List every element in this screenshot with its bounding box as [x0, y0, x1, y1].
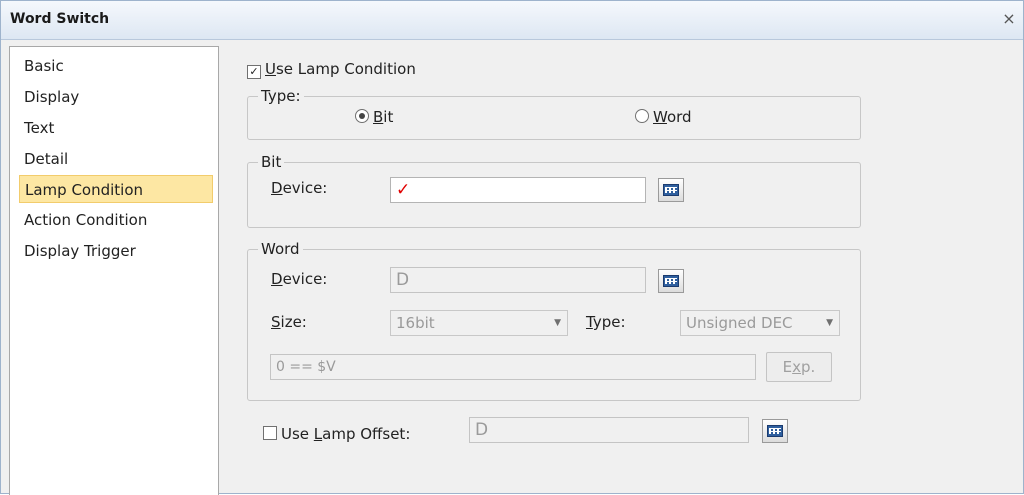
use-lamp-offset-checkbox[interactable]: Use Lamp Offset: [263, 424, 410, 444]
size-label: Size: [271, 313, 307, 331]
word-type-value: Unsigned DEC [686, 314, 793, 332]
word-switch-dialog: Word Switch × Basic Display Text Detail … [0, 0, 1024, 495]
lamp-offset-browse-button[interactable] [762, 419, 788, 443]
word-device-label: Device: [271, 270, 328, 288]
size-select[interactable]: 16bit ▼ [390, 310, 568, 336]
bit-radio[interactable]: Bit [355, 107, 393, 127]
device-browse-icon [663, 184, 679, 196]
sidebar-item-action-condition[interactable]: Action Condition [19, 206, 213, 234]
sidebar-item-text[interactable]: Text [19, 114, 213, 142]
bit-radio-mnemonic: B [373, 108, 384, 126]
bit-device-label: Device: [271, 179, 328, 197]
sidebar-item-lamp-condition[interactable]: Lamp Condition [19, 175, 213, 203]
bit-device-input[interactable]: ✓ [390, 177, 646, 203]
category-list: Basic Display Text Detail Lamp Condition… [9, 46, 219, 495]
sidebar-item-detail[interactable]: Detail [19, 145, 213, 173]
chevron-down-icon: ▼ [554, 318, 561, 328]
word-radio-icon[interactable] [635, 109, 649, 123]
word-type-label: Type: [586, 313, 626, 331]
lamp-offset-input[interactable]: D [469, 417, 749, 443]
lamp-condition-panel: ✓ Use Lamp Condition Type: Bit Word Bit D… [219, 40, 1023, 493]
bit-radio-icon[interactable] [355, 109, 369, 123]
title-bar: Word Switch × [1, 1, 1023, 40]
word-group: Word Device: D Size: 16bit ▼ Type: Unsig… [247, 239, 861, 401]
use-lamp-condition-checkbox[interactable]: ✓ Use Lamp Condition [247, 59, 416, 79]
chevron-down-icon: ▼ [826, 318, 833, 328]
size-value: 16bit [396, 314, 435, 332]
type-group-legend: Type: [258, 86, 304, 106]
bit-group: Bit Device: ✓ [247, 152, 861, 228]
type-group: Type: Bit Word [247, 86, 861, 140]
word-radio[interactable]: Word [635, 107, 692, 127]
device-browse-icon [767, 425, 783, 437]
bit-group-legend: Bit [258, 152, 285, 172]
close-icon[interactable]: × [999, 9, 1019, 29]
bit-device-value: ✓ [396, 180, 411, 200]
use-lamp-condition-mnemonic: U [265, 60, 276, 78]
bit-device-browse-button[interactable] [658, 178, 684, 202]
exp-button[interactable]: Exp. [766, 352, 832, 382]
use-lamp-condition-check-icon[interactable]: ✓ [247, 65, 261, 79]
sidebar-item-display-trigger[interactable]: Display Trigger [19, 237, 213, 265]
word-device-browse-button[interactable] [658, 269, 684, 293]
use-lamp-condition-label: se Lamp Condition [275, 60, 416, 78]
word-group-legend: Word [258, 239, 303, 259]
word-radio-mnemonic: W [653, 108, 667, 126]
sidebar-item-display[interactable]: Display [19, 83, 213, 111]
word-radio-label: ord [666, 108, 692, 126]
sidebar-item-basic[interactable]: Basic [19, 52, 213, 80]
device-browse-icon [663, 275, 679, 287]
expression-field[interactable]: 0 == $V [270, 354, 756, 380]
use-lamp-offset-check-icon[interactable] [263, 426, 277, 440]
window-title: Word Switch [10, 11, 110, 27]
bit-radio-label: it [383, 108, 394, 126]
word-device-input[interactable]: D [390, 267, 646, 293]
word-type-select[interactable]: Unsigned DEC ▼ [680, 310, 840, 336]
